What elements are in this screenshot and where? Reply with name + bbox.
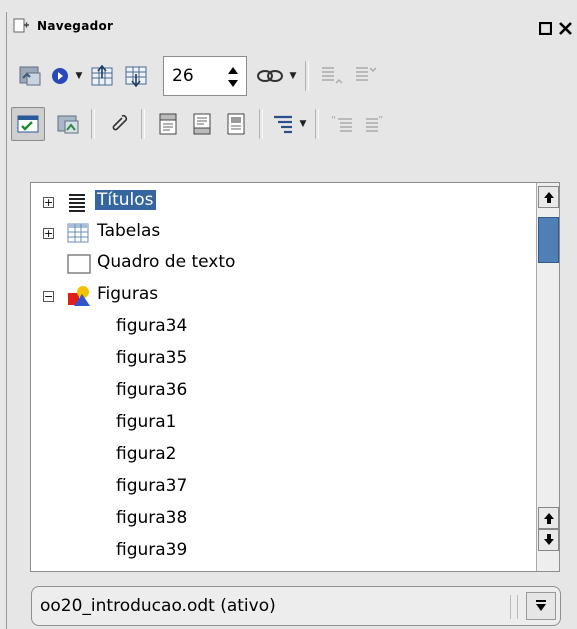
toggle-content-button[interactable] <box>13 59 47 93</box>
list-box-toggle-icon <box>17 115 39 133</box>
tree-child-label: figura38 <box>116 508 188 528</box>
previous-item-button[interactable] <box>85 59 119 93</box>
navigation-dropdown[interactable]: ▼ <box>73 71 85 81</box>
footer-icon <box>193 113 211 135</box>
demote-chapter-icon: ” <box>366 115 383 132</box>
navigator-window-icon <box>13 17 31 35</box>
list-box-toggle-button[interactable] <box>11 107 45 141</box>
collapse-toggle[interactable]: − <box>43 291 54 302</box>
tree-item-label: Tabelas <box>97 221 161 241</box>
demote-chapter-button[interactable]: ” <box>359 107 393 141</box>
spin-arrows-icon[interactable] <box>226 65 240 89</box>
tree-child-label: figura1 <box>116 412 177 432</box>
anchor-text-button[interactable] <box>219 107 253 141</box>
headings-icon <box>67 191 89 213</box>
figures-icon <box>67 285 90 307</box>
heading-levels-icon <box>274 115 292 134</box>
next-item-icon <box>125 66 147 87</box>
chevron-down-icon <box>536 600 546 611</box>
vertical-scrollbar[interactable] <box>536 183 559 571</box>
next-item-button[interactable] <box>119 59 153 93</box>
promote-chapter-button[interactable]: “ <box>325 107 359 141</box>
scroll-down-button[interactable] <box>538 529 559 551</box>
toolbar-separator <box>141 109 145 139</box>
window-title: Navegador <box>37 19 114 33</box>
previous-item-icon <box>91 65 113 86</box>
promote-level-button[interactable] <box>315 59 349 93</box>
heading-levels-dropdown[interactable]: ▼ <box>297 119 309 129</box>
toolbar-separator <box>315 109 319 139</box>
scroll-up-button-bottom[interactable] <box>538 507 559 529</box>
toggle-content-icon <box>19 66 41 86</box>
expand-toggle[interactable]: + <box>43 197 54 208</box>
drag-mode-button[interactable] <box>253 59 287 93</box>
page-number-spinner[interactable]: 26 <box>163 56 247 96</box>
svg-text:”: ” <box>378 115 383 126</box>
restore-button[interactable] <box>537 20 553 36</box>
content-tree[interactable]: + Títulos + Tabelas Quadro de texto − Fi… <box>30 182 560 572</box>
toolbar-separator <box>305 61 309 91</box>
tree-child-label: figura36 <box>116 380 188 400</box>
toolbar-separator <box>91 109 95 139</box>
drag-mode-icon <box>257 70 283 82</box>
tree-child-label: figura2 <box>116 444 177 464</box>
navigator-toolbar-top: ▼ 26 ▼ <box>7 54 577 98</box>
navigator-toolbar-bottom: ▼ “ ” <box>7 102 577 146</box>
page-number-value: 26 <box>172 66 194 86</box>
document-dropdown-button[interactable] <box>526 592 556 620</box>
arrow-up-icon <box>543 513 554 524</box>
footer-button[interactable] <box>185 107 219 141</box>
promote-level-icon <box>322 67 343 84</box>
promote-chapter-icon: “ <box>331 115 352 132</box>
demote-level-icon <box>356 67 377 81</box>
content-view-button[interactable] <box>51 107 85 141</box>
header-button[interactable] <box>151 107 185 141</box>
toolbar-separator <box>259 109 263 139</box>
reminder-icon <box>112 114 128 131</box>
tree-item-label: Figuras <box>97 284 159 304</box>
tree-item-label: Títulos <box>95 190 156 210</box>
document-select[interactable]: oo20_introducao.odt (ativo) <box>31 586 561 626</box>
title-bar[interactable]: Navegador <box>7 12 577 40</box>
content-view-icon <box>57 115 79 134</box>
anchor-text-icon <box>227 113 245 135</box>
header-icon <box>159 113 177 135</box>
tree-child-label: figura39 <box>116 540 188 560</box>
navigator-window: Navegador ▼ 26 ▼ ▼ “ ” + Títulos + Tabel… <box>6 12 577 629</box>
tables-icon <box>67 222 89 244</box>
demote-level-button[interactable] <box>349 59 383 93</box>
text-frame-icon <box>67 253 91 275</box>
drag-mode-dropdown[interactable]: ▼ <box>287 71 299 81</box>
document-select-value: oo20_introducao.odt (ativo) <box>40 596 276 616</box>
arrow-up-icon <box>543 192 554 203</box>
heading-levels-button[interactable] <box>269 107 297 141</box>
grip-handle <box>510 595 518 619</box>
tree-child-label: figura35 <box>116 348 188 368</box>
tree-child-label: figura34 <box>116 316 188 336</box>
scrollbar-thumb[interactable] <box>538 217 559 263</box>
arrow-down-icon <box>543 534 554 545</box>
navigation-icon <box>52 68 68 84</box>
expand-toggle[interactable]: + <box>43 228 54 239</box>
close-button[interactable] <box>557 20 573 36</box>
reminder-button[interactable] <box>101 107 135 141</box>
navigation-button[interactable] <box>47 59 73 93</box>
tree-child-label: figura37 <box>116 476 188 496</box>
scroll-up-button[interactable] <box>538 186 559 208</box>
svg-text:“: “ <box>331 115 336 126</box>
tree-item-label: Quadro de texto <box>97 252 236 272</box>
